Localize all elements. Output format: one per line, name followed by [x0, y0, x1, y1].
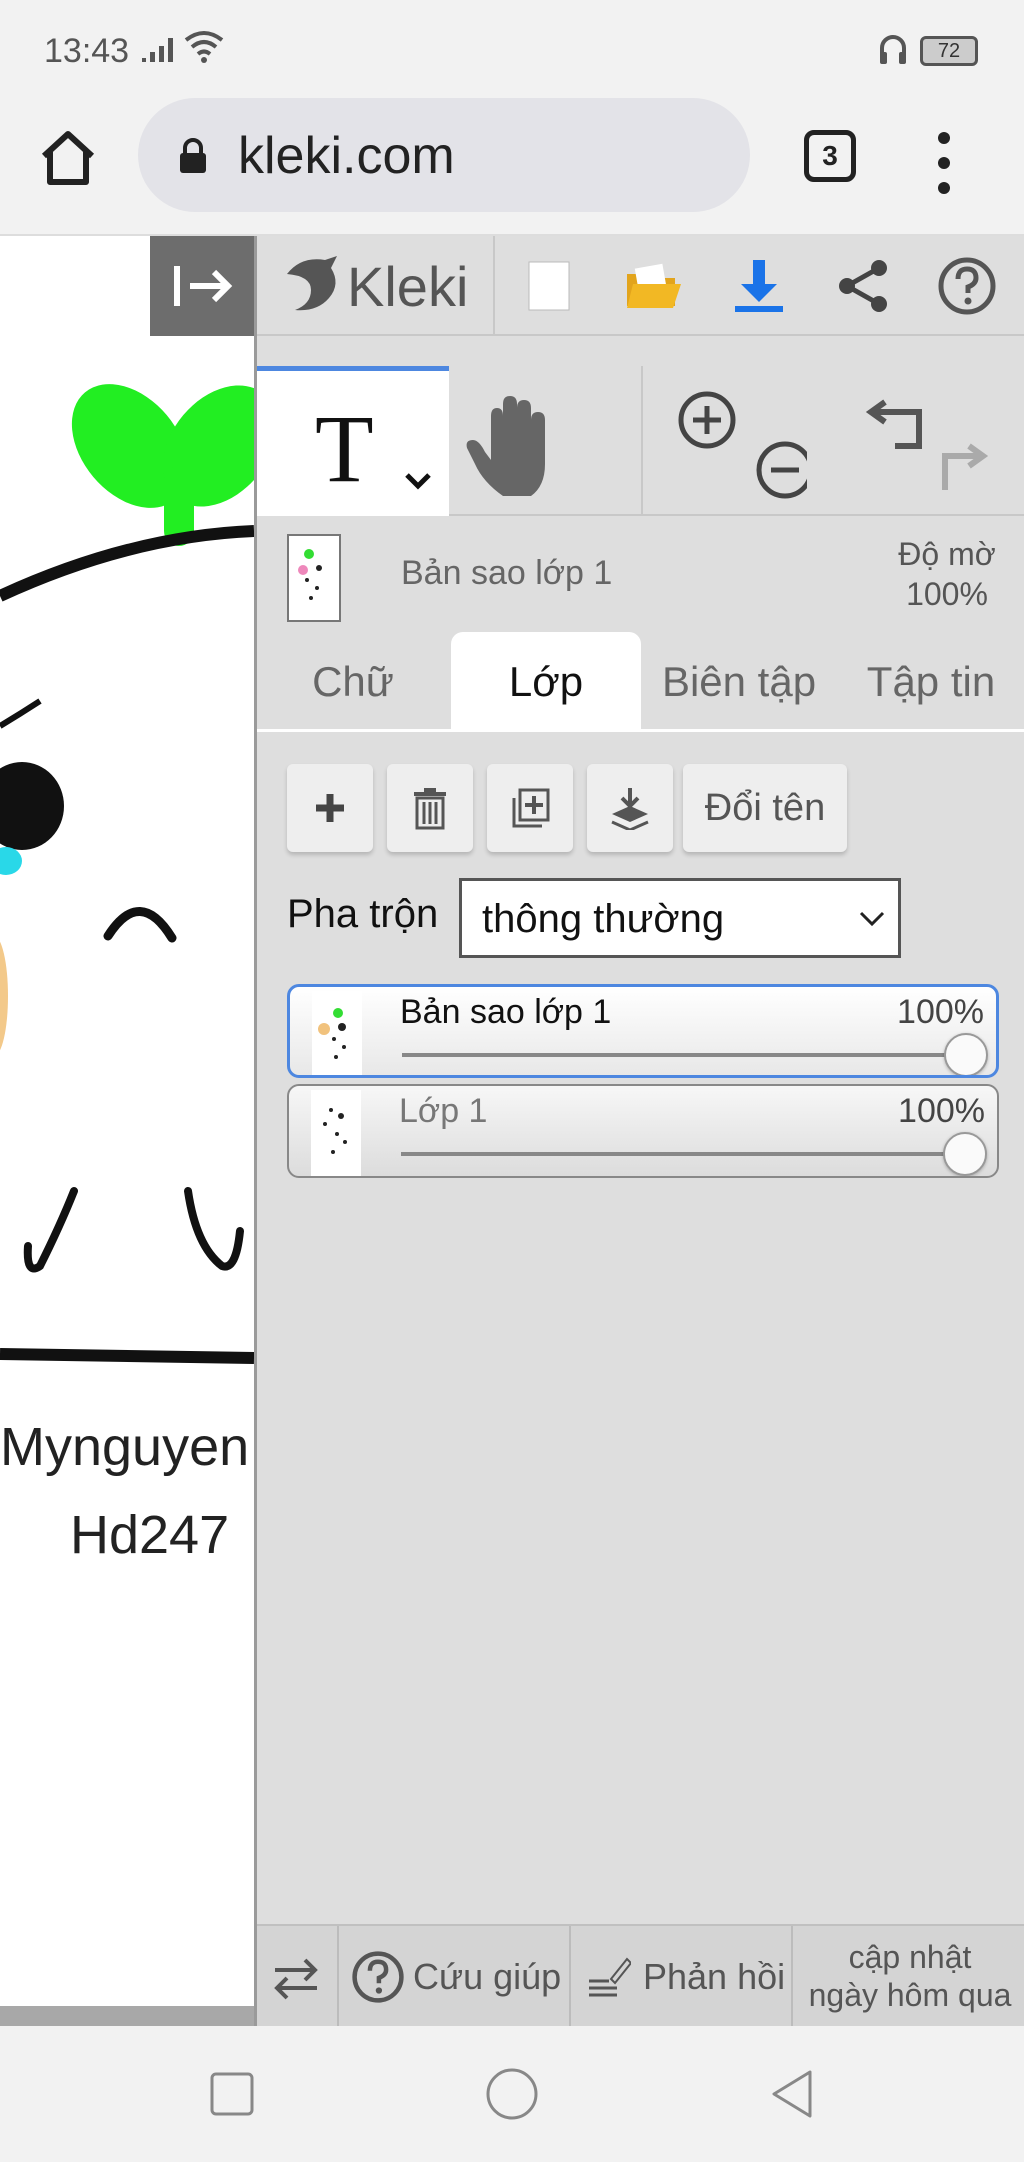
swap-side-icon[interactable] — [271, 1956, 321, 2000]
opacity-label: Độ mờ — [898, 536, 996, 572]
tab-switcher-button[interactable]: 3 — [804, 130, 856, 182]
divider — [337, 1926, 339, 2028]
feedback-icon — [589, 1957, 631, 1997]
share-icon[interactable] — [833, 256, 893, 316]
update-line-2: ngày hôm qua — [808, 1977, 1012, 2013]
opacity-readout: Độ mờ 100% — [877, 534, 1017, 614]
browser-toolbar: kleki.com 3 — [0, 92, 1024, 236]
kleki-logo[interactable]: Kleki — [281, 250, 468, 322]
blend-mode-select[interactable]: thông thường — [459, 878, 901, 958]
layer-list-item[interactable]: Lớp 1 100% — [287, 1084, 999, 1178]
slider-handle[interactable] — [944, 1033, 988, 1075]
headset-icon — [880, 35, 906, 64]
tab-layers[interactable]: Lớp — [451, 632, 641, 732]
more-menu-icon[interactable] — [930, 128, 958, 198]
kleki-logo-text: Kleki — [347, 254, 469, 318]
help-label: Cứu giúp — [413, 1956, 562, 1997]
canvas-bottom-bar — [0, 2006, 254, 2026]
new-file-icon[interactable] — [519, 256, 579, 316]
chevron-down-icon[interactable] — [403, 471, 433, 491]
layer-opacity-slider[interactable] — [402, 1053, 968, 1057]
delete-layer-button[interactable] — [387, 764, 473, 852]
merge-down-icon — [611, 788, 649, 830]
panel-tabs: Chữ Lớp Biên tập Tập tin — [257, 632, 1024, 732]
collapse-arrow-icon — [174, 266, 233, 306]
rename-layer-button[interactable]: Đổi tên — [683, 764, 847, 852]
layer-thumbnail — [311, 1090, 361, 1176]
back-icon[interactable] — [762, 2064, 822, 2124]
canvas-text-line-1: Mynguyen — [0, 1417, 250, 1477]
feedback-label: Phản hồi — [643, 1956, 786, 1997]
download-icon[interactable] — [729, 256, 789, 316]
layer-list-item[interactable]: Bản sao lớp 1 100% — [287, 984, 999, 1078]
tab-file[interactable]: Tập tin — [835, 632, 1024, 732]
tools-row: T — [257, 366, 1024, 516]
layer-name: Bản sao lớp 1 — [400, 993, 612, 1031]
open-folder-icon[interactable] — [623, 256, 683, 316]
duplicate-layer-button[interactable] — [487, 764, 573, 852]
home-icon[interactable] — [36, 126, 100, 190]
canvas-drawing — [0, 384, 254, 1364]
battery-indicator: 72 — [920, 36, 978, 66]
text-tool-button[interactable]: T — [257, 366, 449, 516]
current-layer-info: Bản sao lớp 1 Độ mờ 100% — [257, 520, 1024, 630]
canvas-text-line-2: Hd247 — [70, 1505, 230, 1565]
zoom-controls[interactable] — [667, 386, 807, 506]
blend-mode-value: thông thường — [482, 897, 725, 941]
panel-footer: Cứu giúp Phản hồi cập nhật ngày hôm qua — [257, 1924, 1024, 2028]
hand-tool-icon[interactable] — [453, 386, 583, 506]
duplicate-icon — [512, 788, 550, 828]
divider — [641, 366, 643, 516]
status-time: 13:43 — [44, 32, 130, 70]
trash-icon — [414, 788, 446, 830]
layer-opacity: 100% — [897, 993, 984, 1031]
feedback-button[interactable]: Phản hồi — [587, 1926, 785, 2028]
address-bar[interactable]: kleki.com — [138, 98, 750, 212]
recent-apps-icon[interactable] — [202, 2064, 262, 2124]
status-bar: 13:43 72 — [0, 0, 1024, 92]
kleki-logo-icon — [287, 256, 337, 311]
layer-opacity-slider[interactable] — [401, 1152, 967, 1156]
divider — [569, 1926, 571, 2028]
drawing-canvas[interactable]: Mynguyen Hd247 — [0, 236, 254, 2006]
blend-mode-label: Pha trộn — [287, 892, 439, 936]
layer-name: Lớp 1 — [399, 1092, 488, 1130]
help-button[interactable]: Cứu giúp — [351, 1926, 561, 2028]
url-text[interactable]: kleki.com — [238, 126, 455, 186]
collapse-panel-button[interactable] — [150, 236, 254, 336]
current-layer-name: Bản sao lớp 1 — [401, 554, 613, 592]
update-line-1: cập nhật — [848, 1939, 972, 1975]
android-navigation-bar — [0, 2026, 1024, 2162]
tab-text[interactable]: Chữ — [257, 632, 449, 732]
plus-icon — [316, 794, 344, 822]
wifi-icon — [184, 31, 224, 63]
help-icon[interactable] — [937, 256, 997, 316]
help-icon — [352, 1951, 404, 2003]
slider-handle[interactable] — [943, 1132, 987, 1176]
signal-icon — [142, 38, 173, 62]
opacity-value: 100% — [906, 576, 988, 612]
tab-edit[interactable]: Biên tập — [643, 632, 835, 732]
kleki-side-panel: Kleki T Bản sao lớp 1 Độ mờ 100% Chữ Lớp… — [254, 236, 1024, 2028]
kleki-top-bar: Kleki — [257, 236, 1024, 336]
add-layer-button[interactable] — [287, 764, 373, 852]
lock-icon — [180, 138, 206, 173]
layer-opacity: 100% — [898, 1092, 985, 1130]
chevron-down-icon — [859, 911, 885, 927]
layer-thumbnail — [312, 991, 362, 1075]
undo-redo-controls[interactable] — [857, 386, 1007, 506]
layer-thumbnail — [287, 534, 341, 622]
text-tool-icon: T — [315, 395, 374, 502]
divider — [493, 236, 495, 336]
home-nav-icon[interactable] — [482, 2064, 542, 2124]
update-info[interactable]: cập nhật ngày hôm qua — [793, 1938, 1024, 2014]
merge-down-button[interactable] — [587, 764, 673, 852]
